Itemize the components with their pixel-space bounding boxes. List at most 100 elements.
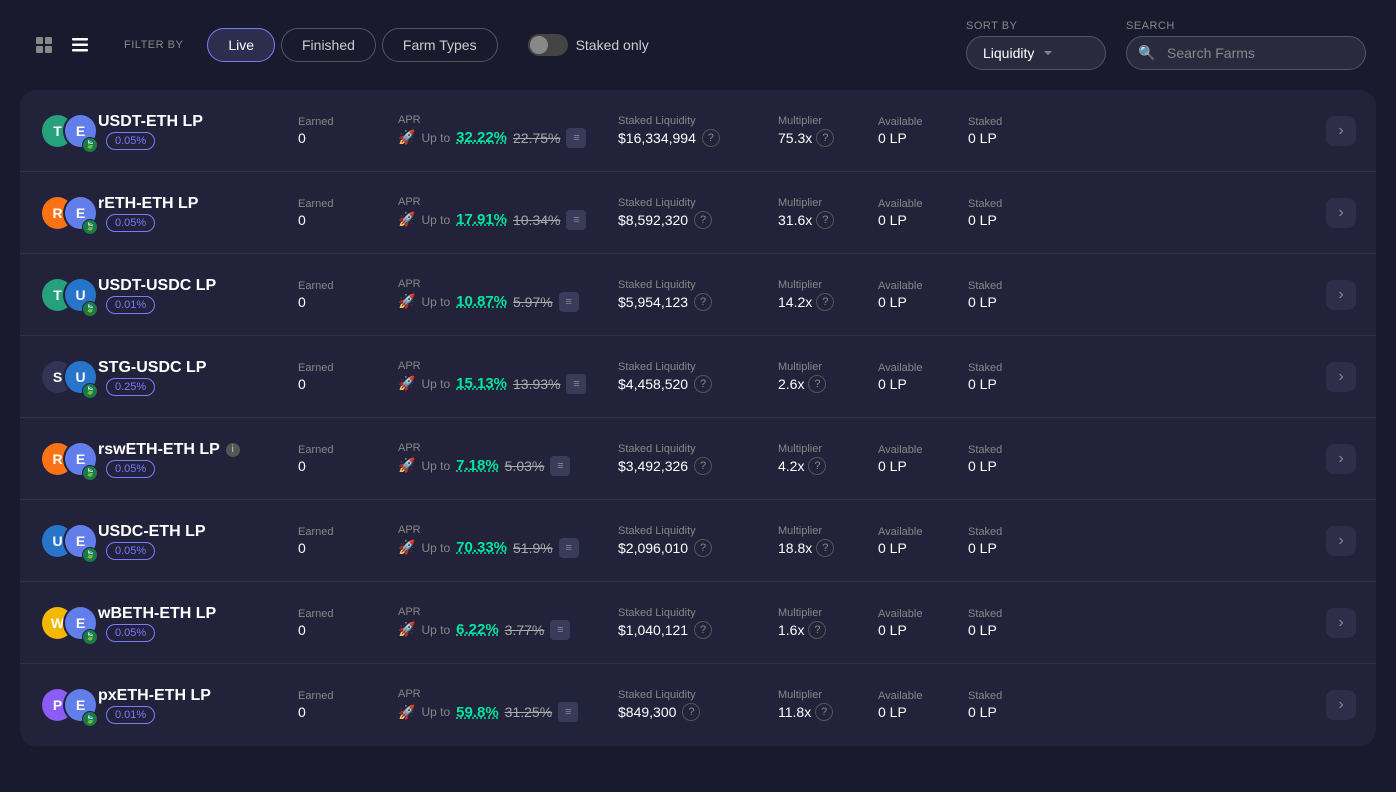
earned-value: 0 [298, 622, 398, 638]
search-label: SEARCH [1126, 20, 1366, 32]
apr-col: APR 🚀 Up to 70.33% 51.9% ≡ [398, 524, 618, 558]
apr-main[interactable]: 15.13% [456, 375, 507, 392]
apr-main[interactable]: 59.8% [456, 704, 499, 721]
farm-name-col: rswETH-ETH LP i 0.05% [98, 441, 298, 477]
earned-label: Earned [298, 116, 398, 128]
calc-icon[interactable]: ≡ [566, 374, 586, 394]
expand-button[interactable]: › [1326, 690, 1356, 720]
earned-col: Earned 0 [298, 198, 398, 228]
help-icon[interactable]: ? [694, 457, 712, 475]
help-icon[interactable]: ? [694, 621, 712, 639]
apr-main[interactable]: 32.22% [456, 129, 507, 146]
multiplier-value: 11.8x ? [778, 703, 878, 721]
staked-only-toggle[interactable] [528, 34, 568, 56]
multiplier-help-icon[interactable]: ? [816, 539, 834, 557]
calc-icon[interactable]: ≡ [558, 702, 578, 722]
calc-icon[interactable]: ≡ [559, 538, 579, 558]
protocol-badge: 🍃 [82, 301, 98, 317]
help-icon[interactable]: ? [694, 375, 712, 393]
search-input[interactable] [1126, 36, 1366, 70]
expand-button[interactable]: › [1326, 608, 1356, 638]
multiplier-number: 31.6x [778, 212, 812, 228]
liquidity-row: $1,040,121 ? [618, 621, 778, 639]
help-icon[interactable]: ? [682, 703, 700, 721]
farm-name-col: rETH-ETH LP 0.05% [98, 195, 298, 231]
info-icon[interactable]: i [226, 443, 240, 457]
apr-up-to: Up to [421, 213, 450, 227]
help-icon[interactable]: ? [702, 129, 720, 147]
farm-icons: P E 🍃 [40, 687, 98, 723]
multiplier-value: 2.6x ? [778, 375, 878, 393]
help-icon[interactable]: ? [694, 293, 712, 311]
available-col: Available 0 LP [878, 690, 968, 720]
multiplier-help-icon[interactable]: ? [816, 129, 834, 147]
staked-col-value: 0 LP [968, 130, 1058, 146]
protocol-badge: 🍃 [82, 629, 98, 645]
liquidity-row: $849,300 ? [618, 703, 778, 721]
calc-icon[interactable]: ≡ [550, 620, 570, 640]
expand-button[interactable]: › [1326, 362, 1356, 392]
staked-col-label: Staked [968, 526, 1058, 538]
farm-icons: T U 🍃 [40, 277, 98, 313]
apr-col: APR 🚀 Up to 10.87% 5.97% ≡ [398, 278, 618, 312]
multiplier-help-icon[interactable]: ? [808, 375, 826, 393]
multiplier-col: Multiplier 1.6x ? [778, 607, 878, 639]
apr-main[interactable]: 6.22% [456, 621, 499, 638]
finished-filter-btn[interactable]: Finished [281, 28, 376, 62]
expand-button[interactable]: › [1326, 198, 1356, 228]
staked-col-value: 0 LP [968, 540, 1058, 556]
calc-icon[interactable]: ≡ [566, 128, 586, 148]
top-bar: FILTER BY Live Finished Farm Types Stake… [0, 0, 1396, 90]
expand-button[interactable]: › [1326, 526, 1356, 556]
apr-main[interactable]: 17.91% [456, 211, 507, 228]
live-filter-btn[interactable]: Live [207, 28, 275, 62]
help-icon[interactable]: ? [694, 211, 712, 229]
earned-col: Earned 0 [298, 444, 398, 474]
staked-col-value: 0 LP [968, 294, 1058, 310]
earned-label: Earned [298, 362, 398, 374]
apr-up-to: Up to [421, 459, 450, 473]
filter-label: FILTER BY [124, 39, 183, 51]
calc-icon[interactable]: ≡ [559, 292, 579, 312]
available-value: 0 LP [878, 212, 968, 228]
multiplier-label: Multiplier [778, 361, 878, 373]
expand-button[interactable]: › [1326, 280, 1356, 310]
staked-col: Staked 0 LP [968, 198, 1058, 228]
fee-badge: 0.05% [106, 542, 155, 560]
staked-col: Staked 0 LP [968, 608, 1058, 638]
liquidity-label: Staked Liquidity [618, 443, 778, 455]
calc-icon[interactable]: ≡ [566, 210, 586, 230]
apr-main[interactable]: 7.18% [456, 457, 499, 474]
liquidity-row: $16,334,994 ? [618, 129, 778, 147]
apr-main[interactable]: 70.33% [456, 539, 507, 556]
list-view-icon[interactable] [66, 31, 94, 59]
liquidity-label: Staked Liquidity [618, 279, 778, 291]
multiplier-value: 14.2x ? [778, 293, 878, 311]
apr-main[interactable]: 10.87% [456, 293, 507, 310]
farm-row: S U 🍃 STG-USDC LP 0.25% Earned 0 APR 🚀 U… [20, 336, 1376, 418]
liquidity-row: $3,492,326 ? [618, 457, 778, 475]
help-icon[interactable]: ? [694, 539, 712, 557]
liquidity-col: Staked Liquidity $1,040,121 ? [618, 607, 778, 639]
calc-icon[interactable]: ≡ [550, 456, 570, 476]
multiplier-help-icon[interactable]: ? [808, 621, 826, 639]
expand-button[interactable]: › [1326, 116, 1356, 146]
farm-types-btn[interactable]: Farm Types [382, 28, 498, 62]
staked-col-value: 0 LP [968, 704, 1058, 720]
farm-name-col: STG-USDC LP 0.25% [98, 359, 298, 395]
earned-col: Earned 0 [298, 280, 398, 310]
sort-select[interactable]: Liquidity [966, 36, 1106, 70]
earned-label: Earned [298, 444, 398, 456]
expand-button[interactable]: › [1326, 444, 1356, 474]
multiplier-help-icon[interactable]: ? [816, 293, 834, 311]
liquidity-col: Staked Liquidity $3,492,326 ? [618, 443, 778, 475]
multiplier-help-icon[interactable]: ? [816, 211, 834, 229]
grid-view-icon[interactable] [30, 31, 58, 59]
available-col: Available 0 LP [878, 444, 968, 474]
multiplier-help-icon[interactable]: ? [815, 703, 833, 721]
multiplier-help-icon[interactable]: ? [808, 457, 826, 475]
liquidity-value: $8,592,320 [618, 212, 688, 228]
earned-label: Earned [298, 690, 398, 702]
earned-col: Earned 0 [298, 608, 398, 638]
apr-label: APR [398, 688, 618, 700]
